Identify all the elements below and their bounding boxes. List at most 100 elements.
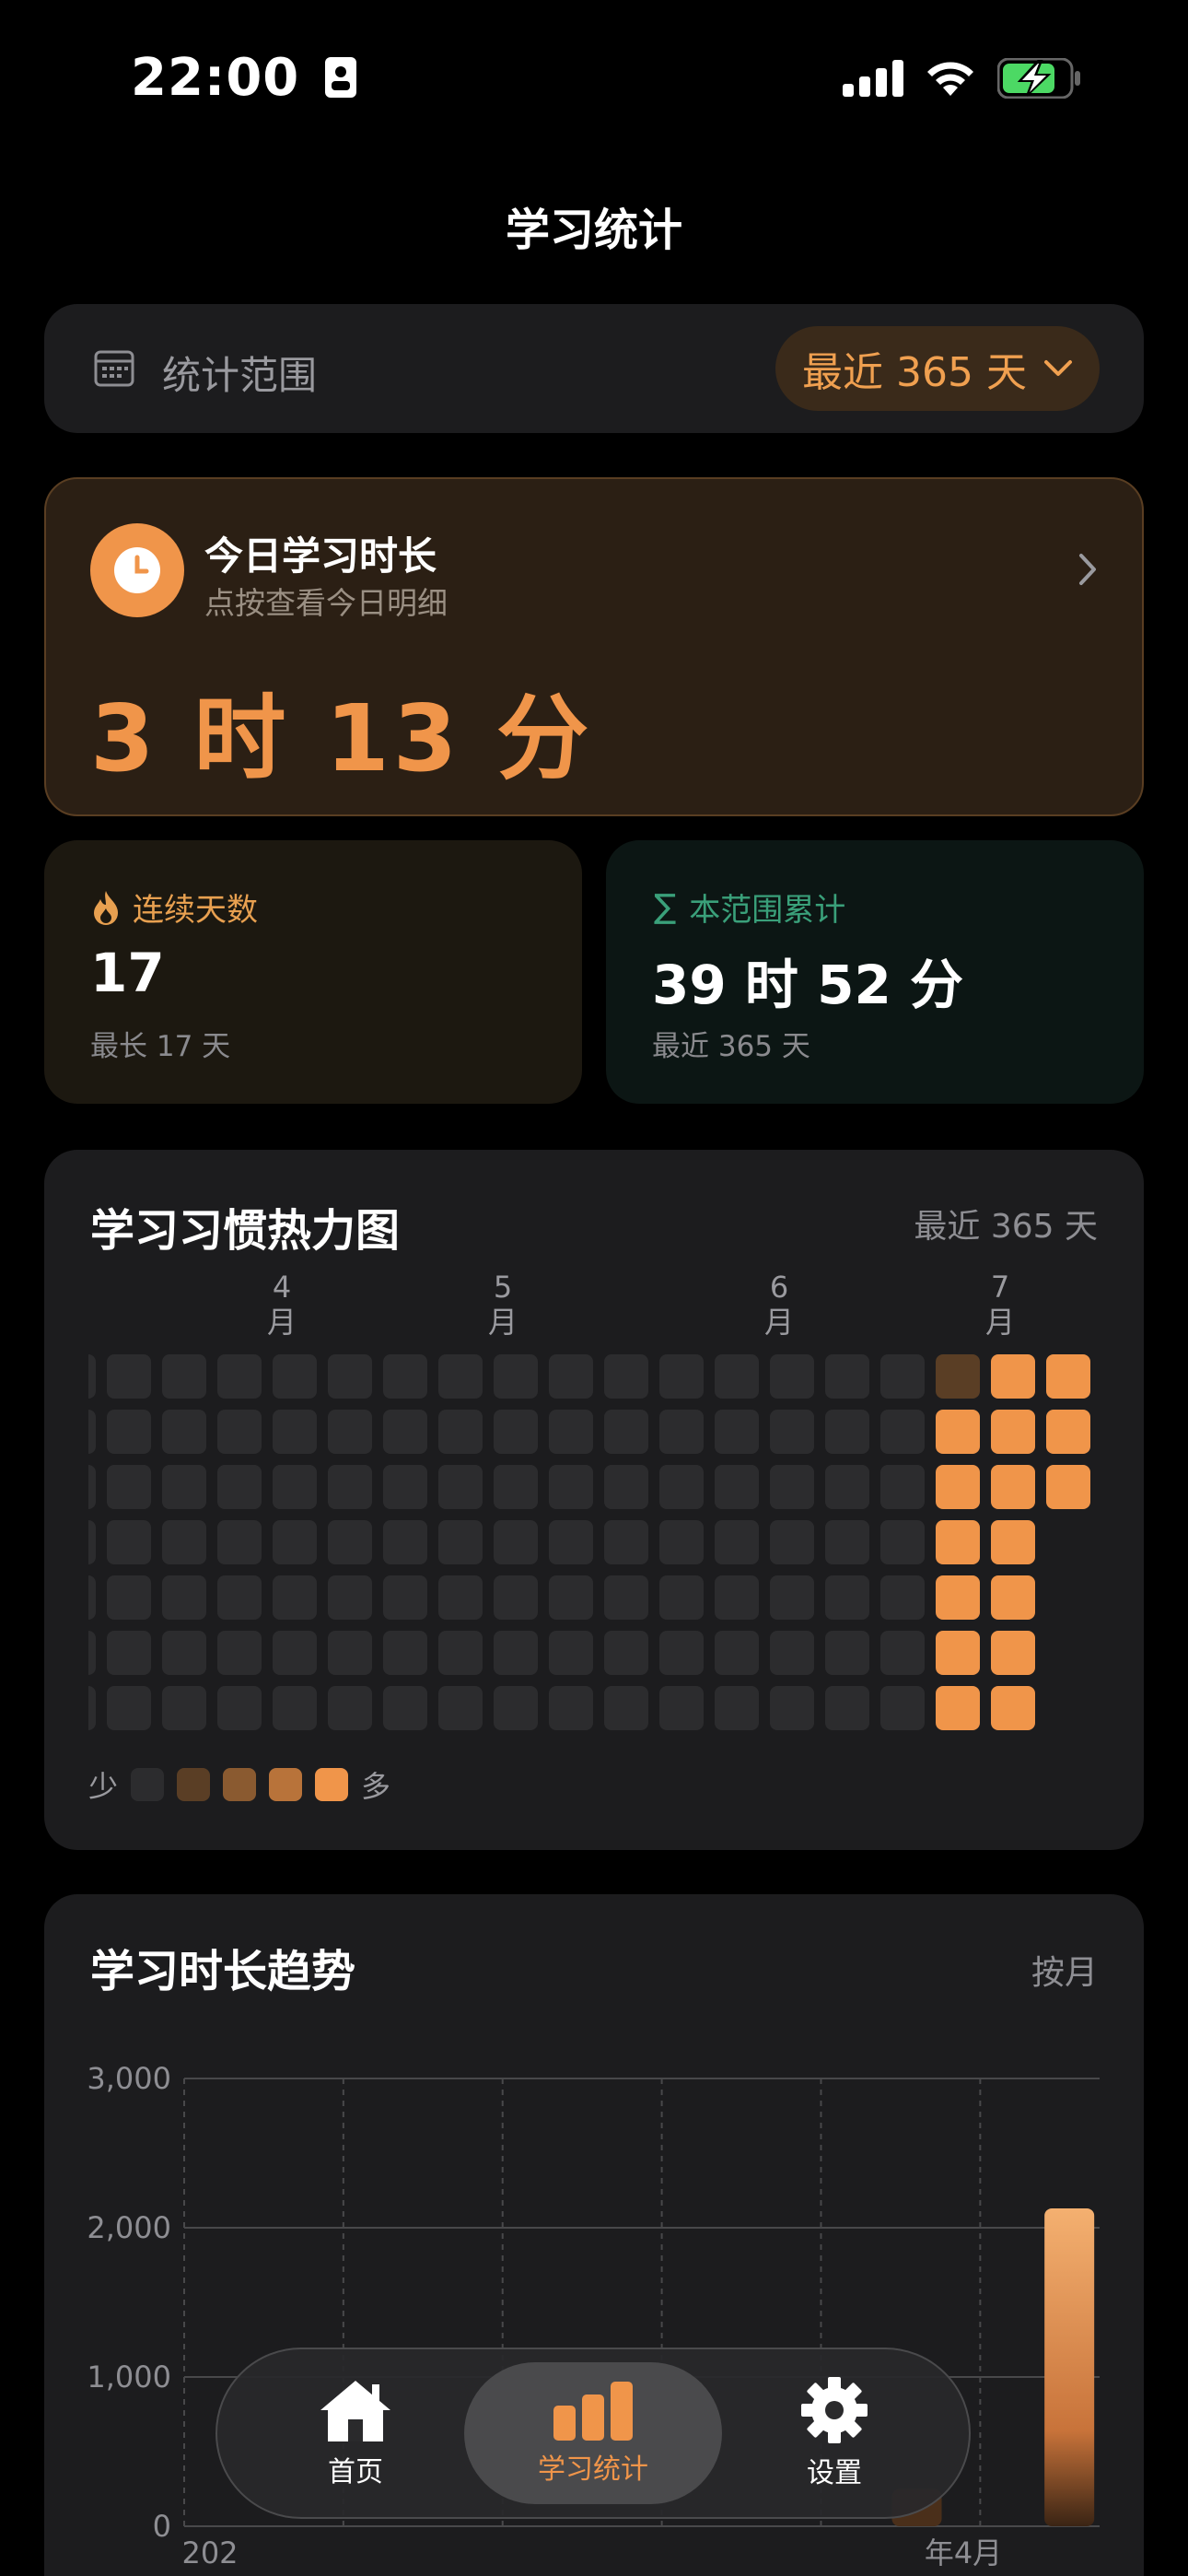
heatmap-cell[interactable] [88,1354,96,1399]
heatmap-cell[interactable] [549,1465,593,1509]
heatmap-cell[interactable] [825,1410,869,1454]
heatmap-cell[interactable] [162,1354,206,1399]
heatmap-cell[interactable] [1046,1465,1090,1509]
heatmap-cell[interactable] [715,1520,759,1564]
heatmap-cell[interactable] [383,1354,427,1399]
tab-home[interactable]: 首页 [227,2362,484,2504]
heatmap-cell[interactable] [880,1631,925,1675]
range-selector[interactable]: 最近 365 天 [775,326,1100,411]
heatmap-cell[interactable] [936,1354,980,1399]
heatmap-cell[interactable] [770,1410,814,1454]
heatmap-cell[interactable] [549,1686,593,1730]
heatmap-cell[interactable] [107,1520,151,1564]
heatmap-cell[interactable] [107,1631,151,1675]
heatmap-cell[interactable] [273,1520,317,1564]
heatmap-cell[interactable] [494,1410,538,1454]
heatmap-cell[interactable] [825,1465,869,1509]
heatmap-cell[interactable] [328,1631,372,1675]
heatmap-cell[interactable] [328,1520,372,1564]
heatmap-cell[interactable] [604,1465,648,1509]
heatmap-cell[interactable] [1046,1354,1090,1399]
heatmap-cell[interactable] [438,1520,483,1564]
heatmap-cell[interactable] [991,1410,1035,1454]
heatmap-cell[interactable] [383,1520,427,1564]
heatmap-cell[interactable] [162,1465,206,1509]
heatmap-cell[interactable] [88,1520,96,1564]
heatmap-cell[interactable] [328,1686,372,1730]
heatmap-cell[interactable] [825,1354,869,1399]
heatmap-cell[interactable] [936,1575,980,1620]
heatmap-cell[interactable] [549,1520,593,1564]
heatmap-cell[interactable] [880,1575,925,1620]
heatmap-cell[interactable] [494,1686,538,1730]
heatmap-cell[interactable] [217,1410,262,1454]
heatmap-cell[interactable] [715,1465,759,1509]
heatmap-cell[interactable] [88,1686,96,1730]
heatmap-cell[interactable] [328,1575,372,1620]
heatmap-cell[interactable] [217,1686,262,1730]
heatmap-cell[interactable] [659,1575,704,1620]
heatmap-cell[interactable] [217,1520,262,1564]
heatmap-cell[interactable] [991,1575,1035,1620]
heatmap-cell[interactable] [273,1631,317,1675]
trend-bar[interactable] [1044,2207,1095,2526]
heatmap-cell[interactable] [383,1465,427,1509]
heatmap-cell[interactable] [494,1575,538,1620]
heatmap-cell[interactable] [604,1354,648,1399]
heatmap-cell[interactable] [715,1410,759,1454]
heatmap-cell[interactable] [659,1410,704,1454]
heatmap-cell[interactable] [1046,1410,1090,1454]
heatmap-cell[interactable] [107,1686,151,1730]
heatmap-cell[interactable] [328,1410,372,1454]
heatmap-cell[interactable] [936,1520,980,1564]
heatmap-cell[interactable] [162,1520,206,1564]
heatmap-cell[interactable] [880,1410,925,1454]
heatmap-cell[interactable] [217,1575,262,1620]
heatmap-cell[interactable] [217,1631,262,1675]
heatmap-cell[interactable] [217,1465,262,1509]
heatmap-cell[interactable] [880,1520,925,1564]
heatmap-cell[interactable] [604,1410,648,1454]
heatmap-cell[interactable] [825,1575,869,1620]
heatmap-cell[interactable] [604,1686,648,1730]
heatmap-cell[interactable] [770,1520,814,1564]
heatmap-cell[interactable] [936,1410,980,1454]
heatmap-cell[interactable] [494,1631,538,1675]
today-card[interactable]: 今日学习时长 点按查看今日明细 3 时 13 分 [44,477,1144,816]
heatmap-cell[interactable] [494,1465,538,1509]
heatmap-cell[interactable] [880,1354,925,1399]
heatmap-cell[interactable] [162,1410,206,1454]
heatmap-cell[interactable] [880,1686,925,1730]
heatmap-cell[interactable] [88,1465,96,1509]
heatmap-cell[interactable] [936,1631,980,1675]
heatmap-cell[interactable] [494,1354,538,1399]
heatmap-cell[interactable] [825,1520,869,1564]
trend-mode[interactable]: 按月 [1031,1946,1098,1994]
heatmap-cell[interactable] [770,1354,814,1399]
heatmap-cell[interactable] [273,1410,317,1454]
heatmap-cell[interactable] [549,1410,593,1454]
heatmap-cell[interactable] [991,1354,1035,1399]
heatmap-cell[interactable] [438,1410,483,1454]
heatmap-cell[interactable] [715,1354,759,1399]
heatmap-cell[interactable] [936,1465,980,1509]
heatmap-cell[interactable] [273,1686,317,1730]
heatmap-cell[interactable] [770,1686,814,1730]
heatmap-cell[interactable] [825,1686,869,1730]
heatmap-cell[interactable] [107,1575,151,1620]
heatmap-cell[interactable] [107,1354,151,1399]
heatmap-cell[interactable] [659,1465,704,1509]
tab-stats[interactable]: 学习统计 [464,2362,722,2504]
heatmap-cell[interactable] [715,1686,759,1730]
heatmap-cell[interactable] [383,1631,427,1675]
heatmap-cell[interactable] [438,1354,483,1399]
heatmap-cell[interactable] [991,1686,1035,1730]
heatmap-cell[interactable] [438,1465,483,1509]
heatmap-cell[interactable] [438,1575,483,1620]
heatmap-cell[interactable] [549,1631,593,1675]
heatmap-cell[interactable] [659,1686,704,1730]
heatmap-cell[interactable] [328,1354,372,1399]
heatmap-cell[interactable] [88,1575,96,1620]
heatmap-cell[interactable] [107,1410,151,1454]
heatmap-cell[interactable] [162,1575,206,1620]
